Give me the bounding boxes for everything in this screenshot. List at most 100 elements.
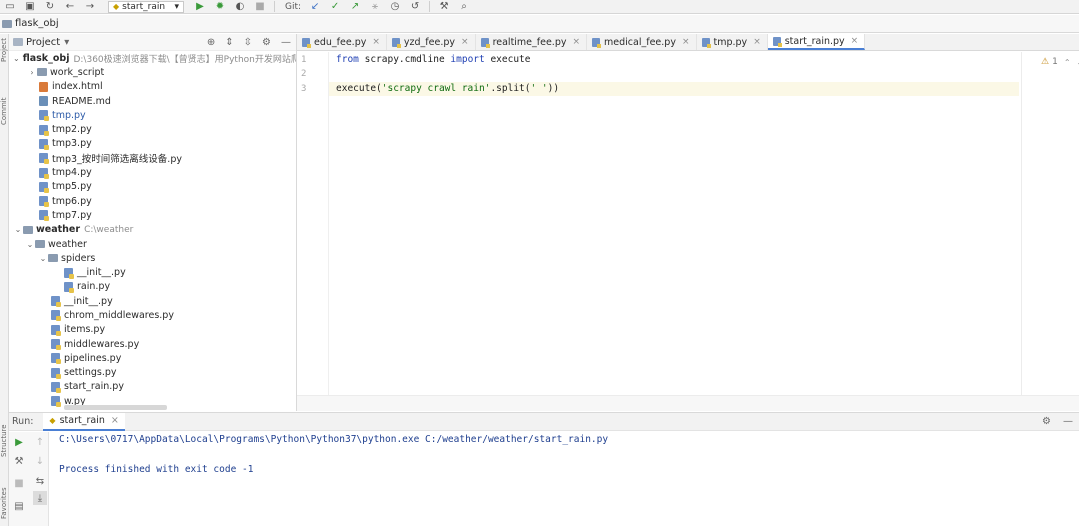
editor-tab[interactable]: yzd_fee.py ×	[387, 34, 476, 50]
commit-tool-tab[interactable]: Commit	[0, 89, 9, 126]
history-icon[interactable]: ◷	[388, 1, 402, 13]
tree-item[interactable]: settings.py	[9, 366, 296, 380]
close-icon[interactable]: ×	[461, 37, 469, 47]
chevron-down-icon[interactable]: ⌄	[13, 225, 23, 234]
navigation-bar: flask_obj	[0, 15, 1079, 33]
locate-icon[interactable]: ⊕	[207, 37, 215, 48]
editor-tab[interactable]: edu_fee.py ×	[297, 34, 387, 50]
tree-item[interactable]: rain.py	[9, 280, 296, 294]
tree-item[interactable]: tmp3_按时间筛选离线设备.py	[9, 151, 296, 165]
git-push-icon[interactable]: ↗	[348, 1, 362, 13]
tree-item[interactable]: __init__.py	[9, 294, 296, 308]
run-tab-label: start_rain	[59, 415, 105, 426]
tree-item[interactable]: tmp7.py	[9, 208, 296, 222]
line-number: 2	[301, 69, 307, 79]
open-folder-icon[interactable]: ▭	[3, 1, 17, 13]
structure-tool-tab[interactable]: Structure	[0, 419, 9, 457]
tree-item[interactable]: › work_script	[9, 65, 296, 79]
tree-item[interactable]: start_rain.py	[9, 380, 296, 394]
tree-item[interactable]: tmp3.py	[9, 137, 296, 151]
editor-tab[interactable]: realtime_fee.py ×	[476, 34, 588, 50]
save-icon[interactable]: ▣	[23, 1, 37, 13]
chevron-right-icon[interactable]: ›	[27, 68, 37, 77]
tree-item[interactable]: middlewares.py	[9, 337, 296, 351]
horizontal-scrollbar[interactable]	[64, 405, 167, 410]
search-icon[interactable]: ⌕	[457, 1, 471, 13]
close-icon[interactable]: ×	[372, 37, 380, 47]
down-icon[interactable]: ↓	[33, 454, 47, 468]
chevron-down-icon[interactable]: ⌄	[13, 54, 20, 63]
chevron-down-icon[interactable]: ⌄	[25, 240, 35, 249]
tree-item-label: work_script	[50, 66, 105, 78]
project-tool-tab[interactable]: Project	[0, 36, 9, 62]
stop-icon[interactable]: ■	[253, 1, 267, 13]
close-icon[interactable]: ×	[851, 36, 859, 46]
code-editor[interactable]: 1 2 3 from scrapy.cmdline import execute…	[297, 52, 1079, 395]
git-commit-icon[interactable]: ✓	[328, 1, 342, 13]
rollback-icon[interactable]: ↺	[408, 1, 422, 13]
settings-wrench-icon[interactable]: ⚒	[437, 1, 451, 13]
expand-all-icon[interactable]: ⇕	[225, 37, 233, 48]
inspection-widget[interactable]: ⚠ 1 ⌃ ⌄	[1041, 57, 1079, 67]
tree-item[interactable]: items.py	[9, 323, 296, 337]
close-icon[interactable]: ×	[111, 415, 119, 426]
editor-tab[interactable]: medical_fee.py ×	[587, 34, 697, 50]
tree-item[interactable]: pipelines.py	[9, 351, 296, 365]
tree-item[interactable]: tmp2.py	[9, 122, 296, 136]
tree-item[interactable]: tmp.py	[9, 108, 296, 122]
tree-item[interactable]: tmp5.py	[9, 180, 296, 194]
soft-wrap-icon[interactable]: ⇆	[33, 474, 47, 488]
debug-icon[interactable]: ✹	[213, 1, 227, 13]
hide-icon[interactable]: —	[281, 37, 291, 48]
breadcrumb[interactable]: flask_obj	[15, 18, 59, 29]
tree-item[interactable]: chrom_middlewares.py	[9, 308, 296, 322]
editor-tab[interactable]: start_rain.py ×	[767, 34, 866, 50]
collapse-all-icon[interactable]: ⇳	[244, 37, 252, 48]
close-icon[interactable]: ×	[572, 37, 580, 47]
python-file-icon	[39, 138, 49, 150]
favorites-tool-tab[interactable]: Favorites	[0, 479, 9, 519]
tree-item[interactable]: tmp4.py	[9, 165, 296, 179]
python-file-icon	[51, 396, 61, 408]
gear-icon[interactable]: ⚙	[1042, 416, 1051, 427]
project-panel-title[interactable]: Project	[26, 37, 60, 48]
up-icon[interactable]: ↑	[33, 435, 47, 449]
chevron-up-icon[interactable]: ⌃	[1064, 58, 1071, 67]
scroll-to-end-icon[interactable]: ⤓	[33, 491, 47, 505]
rerun-icon[interactable]: ▶	[12, 435, 26, 449]
code-line-3[interactable]: execute('scrapy crawl rain'.split(' '))	[336, 83, 559, 94]
warning-icon: ⚠	[1041, 57, 1050, 67]
tree-item[interactable]: ⌄ spiders	[9, 251, 296, 265]
run-console[interactable]: C:\Users\0717\AppData\Local\Programs\Pyt…	[50, 432, 1079, 526]
git-label: Git:	[285, 1, 302, 12]
tree-item[interactable]: README.md	[9, 94, 296, 108]
sync-icon[interactable]: ↻	[43, 1, 57, 13]
git-update-icon[interactable]: ↙	[308, 1, 322, 13]
back-icon[interactable]: ←	[63, 1, 77, 13]
tree-item[interactable]: __init__.py	[9, 265, 296, 279]
tree-item[interactable]: ⌄ weather C:\weather	[9, 223, 296, 237]
forward-icon[interactable]: →	[83, 1, 97, 13]
close-icon[interactable]: ×	[682, 37, 690, 47]
html-file-icon	[39, 81, 48, 92]
run-tab[interactable]: ◆ start_rain ×	[43, 412, 125, 431]
close-icon[interactable]: ×	[753, 37, 761, 47]
run-icon[interactable]: ▶	[193, 1, 207, 13]
chevron-down-icon[interactable]: ⌄	[38, 254, 48, 263]
stop-icon[interactable]: ■	[12, 476, 26, 490]
tree-item[interactable]: index.html	[9, 80, 296, 94]
layout-icon[interactable]: ▤	[12, 499, 26, 513]
coverage-icon[interactable]: ◐	[233, 1, 247, 13]
editor-tab[interactable]: tmp.py ×	[697, 34, 768, 50]
tree-item[interactable]: tmp6.py	[9, 194, 296, 208]
code-line-1[interactable]: from scrapy.cmdline import execute	[336, 54, 531, 65]
run-config-select[interactable]: ◆ start_rain ▾	[108, 0, 184, 13]
hide-icon[interactable]: —	[1063, 416, 1073, 427]
gear-icon[interactable]: ⚙	[262, 37, 271, 48]
git-merge-icon[interactable]: ⚹	[368, 1, 382, 13]
wrench-icon[interactable]: ⚒	[12, 454, 26, 468]
tree-item[interactable]: ⌄ weather	[9, 237, 296, 251]
editor-tab-label: realtime_fee.py	[492, 36, 567, 48]
chevron-down-icon[interactable]: ▾	[64, 37, 69, 48]
tree-item[interactable]: ⌄ flask_obj D:\360极速浏览器下载\【曾贤志】用Python开发网站…	[9, 51, 296, 65]
